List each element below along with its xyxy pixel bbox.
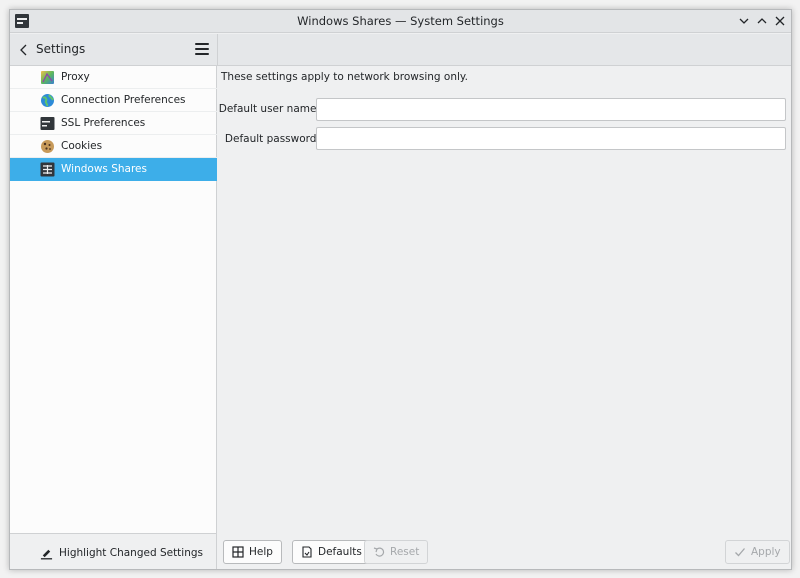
globe-icon <box>40 93 55 108</box>
sidebar-item-cookies[interactable]: Cookies <box>10 135 217 158</box>
hamburger-menu-icon[interactable] <box>195 43 209 57</box>
chevron-down-icon[interactable] <box>736 13 752 29</box>
title-bar[interactable]: Windows Shares — System Settings <box>10 10 791 33</box>
sidebar-item-ssl-preferences[interactable]: SSL Preferences <box>10 112 217 135</box>
default-password-label: Default password: <box>224 133 320 145</box>
terminal-icon <box>40 116 55 131</box>
sidebar-footer: Highlight Changed Settings <box>10 533 217 569</box>
apply-button[interactable]: Apply <box>725 540 790 564</box>
highlighter-icon <box>40 549 53 559</box>
system-settings-window: Windows Shares — System Settings Setting… <box>9 9 792 570</box>
chevron-up-icon[interactable] <box>754 13 770 29</box>
highlight-changed-settings-button[interactable]: Highlight Changed Settings <box>40 544 203 562</box>
highlight-changed-settings-label: Highlight Changed Settings <box>59 547 204 559</box>
default-user-name-label: Default user name: <box>218 103 320 115</box>
reset-button[interactable]: Reset <box>364 540 429 564</box>
sidebar-header: Settings <box>10 34 217 66</box>
network-share-icon <box>40 162 55 177</box>
help-button-label: Help <box>249 546 273 558</box>
help-icon <box>232 546 244 558</box>
sidebar-item-windows-shares[interactable]: Windows Shares <box>10 158 217 181</box>
checkmark-icon <box>735 548 745 557</box>
network-browsing-notice: These settings apply to network browsing… <box>221 71 468 83</box>
sidebar-item-connection-preferences[interactable]: Connection Preferences <box>10 89 217 112</box>
reset-button-label: Reset <box>390 546 420 558</box>
sidebar-item-proxy[interactable]: Proxy <box>10 66 217 89</box>
defaults-button-label: Defaults <box>318 546 362 558</box>
default-password-input[interactable] <box>316 127 786 150</box>
windows-shares-panel: These settings apply to network browsing… <box>218 66 791 533</box>
cookie-icon <box>40 139 55 154</box>
button-bar: Help Defaults Reset Apply <box>218 533 791 569</box>
sidebar-item-label: Connection Preferences <box>61 94 186 106</box>
content-header <box>217 34 791 66</box>
undo-icon <box>373 547 385 557</box>
defaults-button[interactable]: Defaults <box>292 540 371 564</box>
window-title: Windows Shares — System Settings <box>297 14 504 28</box>
proxy-icon <box>40 70 55 85</box>
help-button[interactable]: Help <box>223 540 282 564</box>
close-icon[interactable] <box>772 13 788 29</box>
sidebar-item-label: SSL Preferences <box>61 117 146 129</box>
back-icon[interactable] <box>17 42 31 58</box>
default-user-name-input[interactable] <box>316 98 786 121</box>
document-revert-icon <box>302 546 312 558</box>
sidebar-item-label: Windows Shares <box>61 163 147 175</box>
sidebar-title: Settings <box>36 42 86 56</box>
apply-button-label: Apply <box>751 546 781 558</box>
sidebar: Proxy Connection Preferences SSL Prefere… <box>10 66 217 533</box>
sidebar-item-label: Proxy <box>61 71 90 83</box>
sidebar-item-label: Cookies <box>61 140 103 152</box>
